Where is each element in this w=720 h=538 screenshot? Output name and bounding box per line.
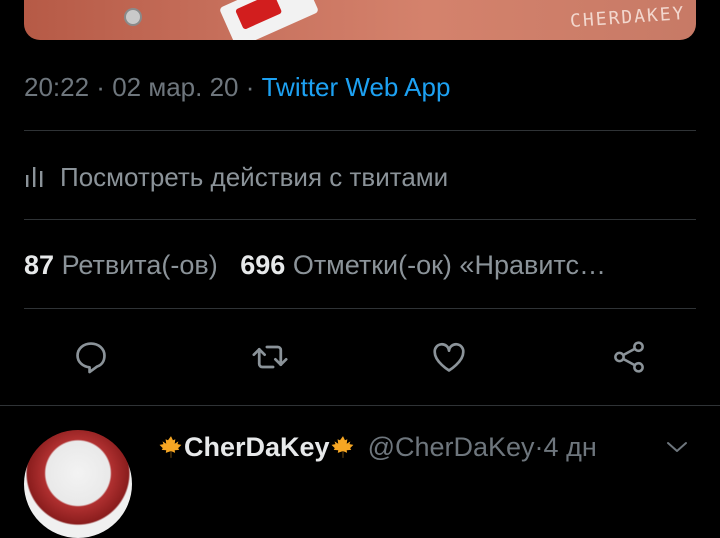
avatar[interactable] (24, 430, 132, 538)
divider (24, 130, 696, 131)
reply-button[interactable] (70, 336, 112, 378)
like-button[interactable] (428, 336, 470, 378)
separator-dot: · (238, 72, 262, 102)
tweet-stats-row: 87 Ретвита(-ов) 696 Отметки(-ок) «Нравит… (24, 247, 696, 283)
share-button[interactable] (608, 336, 650, 378)
retweet-icon (252, 345, 288, 369)
chevron-down-icon[interactable] (664, 438, 690, 456)
tweet-actions-bar (0, 336, 720, 378)
separator-dot: · (89, 72, 113, 102)
tweet-timestamp-row: 20:22 · 02 мар. 20 · Twitter Web App (24, 70, 450, 104)
analytics-icon (26, 167, 43, 187)
likes-count: 696 (240, 250, 286, 280)
reply-author-handle[interactable]: @CherDaKey (368, 430, 535, 464)
maple-leaf-icon (331, 436, 353, 458)
retweets-stat[interactable]: 87 Ретвита(-ов) (24, 250, 218, 280)
reply-tweet[interactable]: CherDaKey @CherDaKey · 4 дн (0, 406, 720, 538)
view-tweet-activity-button[interactable]: Посмотреть действия с твитами (24, 160, 448, 194)
reply-icon (76, 342, 106, 374)
artist-signature: CHERDAKEY (569, 2, 687, 33)
reply-header: CherDaKey @CherDaKey · 4 дн (158, 430, 597, 464)
heart-icon (433, 342, 465, 372)
view-tweet-activity-label: Посмотреть действия с твитами (60, 161, 449, 192)
tweet-media-image[interactable]: CHERDAKEY (24, 0, 696, 40)
likes-stat[interactable]: 696 Отметки(-ок) «Нравитс… (240, 250, 606, 280)
likes-label: Отметки(-ок) «Нравитс… (292, 250, 606, 280)
divider (24, 219, 696, 220)
divider (24, 308, 696, 309)
retweets-count: 87 (24, 250, 55, 280)
reply-author-name[interactable]: CherDaKey (184, 430, 330, 464)
tweet-time: 20:22 (24, 72, 90, 102)
playing-card-graphic (218, 0, 320, 40)
maple-leaf-icon (159, 436, 182, 458)
tweet-date: 02 мар. 20 (112, 72, 239, 102)
separator-dot: · (534, 432, 544, 462)
reply-age: 4 дн (543, 432, 597, 462)
tweet-source-app-link[interactable]: Twitter Web App (262, 72, 451, 102)
ring-graphic (124, 8, 142, 26)
retweet-button[interactable] (249, 336, 291, 378)
retweets-label: Ретвита(-ов) (61, 250, 218, 280)
share-icon (614, 341, 644, 373)
